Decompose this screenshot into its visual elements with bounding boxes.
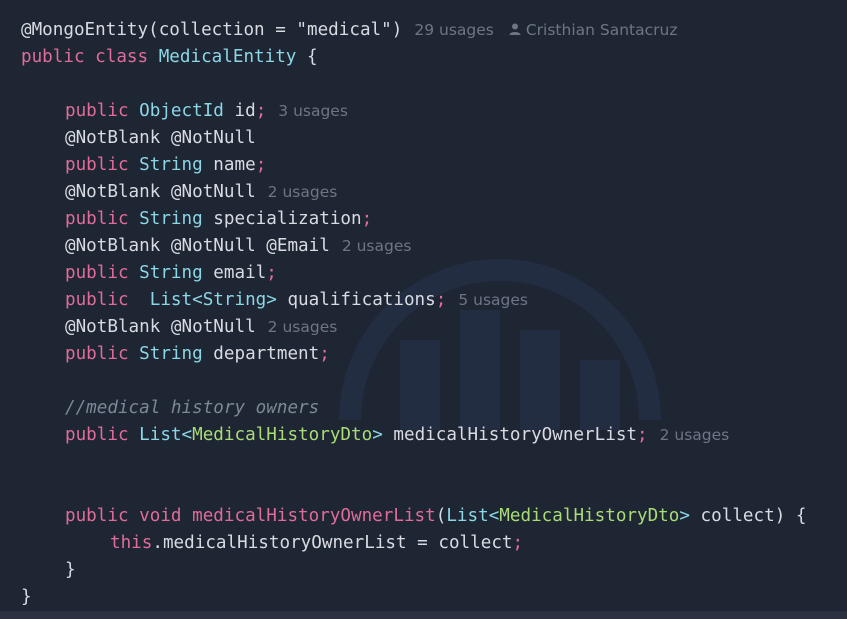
usages-hint[interactable]: 2 usages xyxy=(268,318,338,336)
annotation: @MongoEntity xyxy=(21,20,149,40)
keyword: this xyxy=(110,533,153,553)
closing-brace: } xyxy=(21,587,32,607)
method-params: collect) { xyxy=(689,506,807,526)
keyword: public void xyxy=(65,506,193,526)
semicolon: ; xyxy=(435,290,447,310)
keyword: public xyxy=(65,209,140,229)
annotation-param: collection = xyxy=(158,20,297,40)
code-line-15[interactable]: //medical history owners xyxy=(21,395,319,422)
string-literal: "medical" xyxy=(296,20,392,40)
type-close: > xyxy=(679,506,690,526)
annotation: @NotBlank @NotNull xyxy=(65,128,256,148)
brace: { xyxy=(296,47,318,67)
usages-hint[interactable]: 29 usages xyxy=(414,21,494,39)
type-name: String xyxy=(139,263,203,283)
type-name: ObjectId xyxy=(139,101,224,121)
semicolon: ; xyxy=(266,263,277,283)
code-line-21[interactable]: } xyxy=(21,557,76,584)
generic-type: MedicalHistoryDto xyxy=(192,425,373,445)
semicolon: ; xyxy=(637,425,648,445)
type-name: List<String> xyxy=(149,290,277,310)
semicolon: ; xyxy=(512,533,524,553)
code-line-7[interactable]: @NotBlank @NotNull 2 usages xyxy=(21,179,337,206)
generic-type: MedicalHistoryDto xyxy=(499,506,680,526)
code-editor[interactable]: @MongoEntity(collection = "medical") 29 u… xyxy=(0,0,847,611)
code-line-2[interactable]: public class MedicalEntity { xyxy=(21,44,318,71)
usages-hint[interactable]: 2 usages xyxy=(268,183,338,201)
statement: .medicalHistoryOwnerList = collect xyxy=(152,533,513,553)
field-name: email xyxy=(202,263,267,283)
semicolon: ; xyxy=(255,101,267,121)
code-line-13[interactable]: public String department; xyxy=(21,341,330,368)
keyword: public xyxy=(65,101,140,121)
usages-hint[interactable]: 3 usages xyxy=(278,102,348,120)
field-name: name xyxy=(202,155,256,175)
author-hint[interactable]: Cristhian Santacruz xyxy=(526,21,678,39)
code-line-5[interactable]: @NotBlank @NotNull xyxy=(21,125,256,152)
code-line-12[interactable]: @NotBlank @NotNull 2 usages xyxy=(21,314,337,341)
field-name: qualifications xyxy=(276,290,436,310)
type-name: List< xyxy=(446,506,500,526)
field-name: medicalHistoryOwnerList xyxy=(382,425,638,445)
keyword: public xyxy=(65,263,140,283)
person-icon xyxy=(509,23,521,35)
annotation: @NotBlank @NotNull @Email xyxy=(65,236,330,256)
usages-hint[interactable]: 2 usages xyxy=(660,426,730,444)
code-line-1[interactable]: @MongoEntity(collection = "medical") 29 u… xyxy=(21,17,677,44)
code-line-9[interactable]: @NotBlank @NotNull @Email 2 usages xyxy=(21,233,411,260)
type-name: String xyxy=(139,209,203,229)
paren-open: ( xyxy=(435,506,447,526)
keyword: public xyxy=(65,425,140,445)
semicolon: ; xyxy=(255,155,267,175)
code-line-6[interactable]: public String name; xyxy=(21,152,266,179)
method-name: medicalHistoryOwnerList xyxy=(192,506,436,526)
code-comment: //medical history owners xyxy=(65,398,320,418)
type-close: > xyxy=(372,425,383,445)
code-line-4[interactable]: public ObjectId id; 3 usages xyxy=(21,98,348,125)
field-name: department xyxy=(202,344,320,364)
semicolon: ; xyxy=(319,344,330,364)
field-name: id xyxy=(223,101,256,121)
code-line-11[interactable]: public List<String> qualifications; 5 usa… xyxy=(21,287,528,314)
code-line-10[interactable]: public String email; xyxy=(21,260,277,287)
keyword: public xyxy=(65,290,150,310)
code-line-16[interactable]: public List<MedicalHistoryDto> medicalHi… xyxy=(21,422,729,449)
code-line-22[interactable]: } xyxy=(21,584,32,611)
type-name: String xyxy=(139,344,203,364)
code-line-20[interactable]: this.medicalHistoryOwnerList = collect; xyxy=(21,530,523,557)
keyword: public class xyxy=(21,47,159,67)
keyword: public xyxy=(65,344,140,364)
field-name: specialization xyxy=(202,209,362,229)
usages-hint[interactable]: 2 usages xyxy=(342,237,412,255)
code-line-19[interactable]: public void medicalHistoryOwnerList(List… xyxy=(21,503,807,530)
type-name: String xyxy=(139,155,203,175)
bottom-scrollbar[interactable] xyxy=(0,611,847,619)
type-name: List< xyxy=(139,425,193,445)
keyword: public xyxy=(65,155,140,175)
annotation: @NotBlank @NotNull xyxy=(65,182,256,202)
paren-close: ) xyxy=(391,20,403,40)
class-name: MedicalEntity xyxy=(158,47,297,67)
code-line-8[interactable]: public String specialization; xyxy=(21,206,372,233)
usages-hint[interactable]: 5 usages xyxy=(458,291,528,309)
semicolon: ; xyxy=(361,209,373,229)
paren-open: ( xyxy=(148,20,159,40)
closing-brace: } xyxy=(65,560,76,580)
annotation: @NotBlank @NotNull xyxy=(65,317,256,337)
